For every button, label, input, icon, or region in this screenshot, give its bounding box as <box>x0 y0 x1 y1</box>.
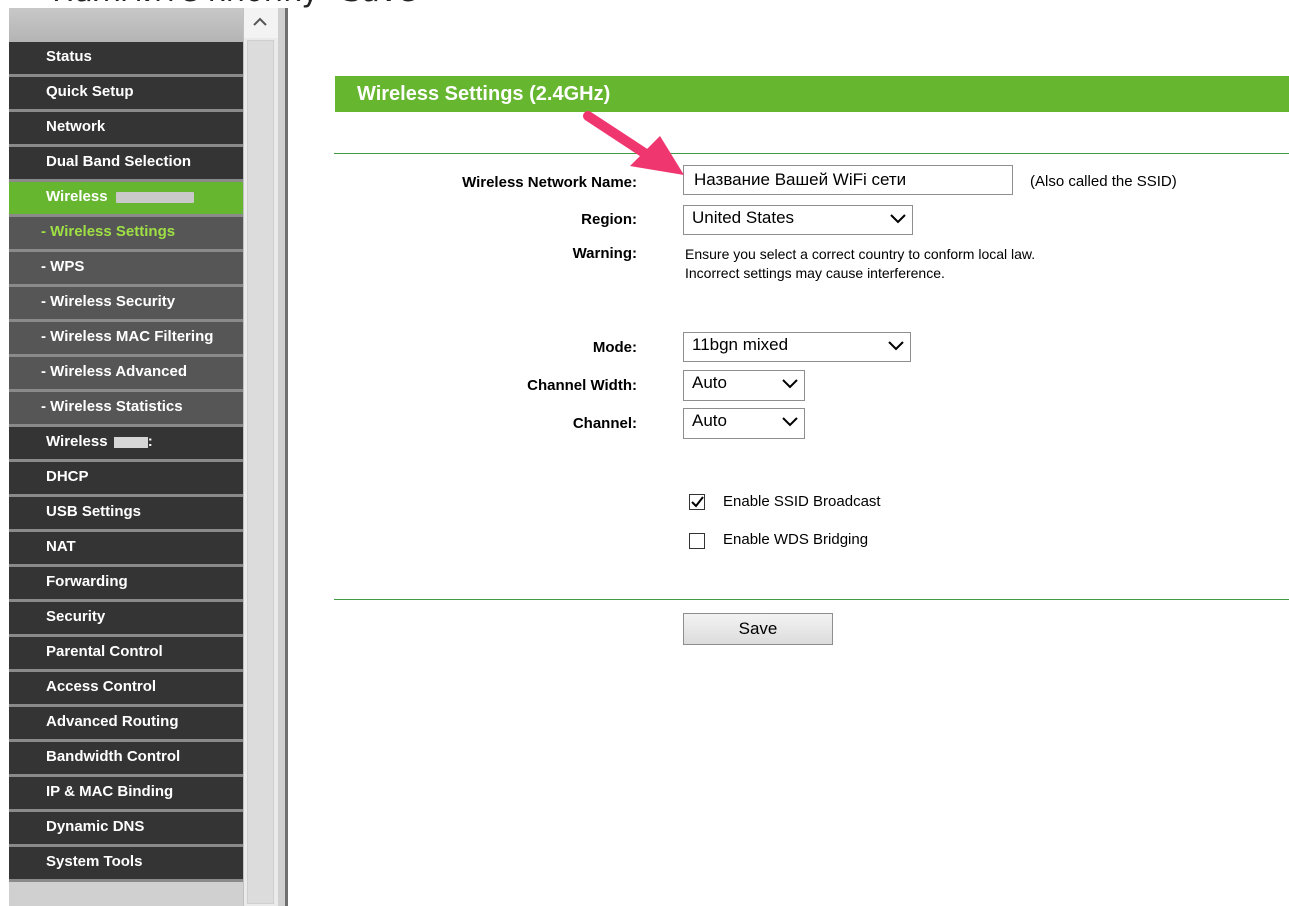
sidebar-item-network[interactable]: Network <box>9 112 252 147</box>
ssid-hint: (Also called the SSID) <box>1030 173 1177 190</box>
sidebar-item-label: System Tools <box>46 853 143 870</box>
region-select-value: United States <box>692 208 795 227</box>
channel-width-select[interactable]: Auto <box>683 370 805 401</box>
region-select[interactable]: United States <box>683 205 913 235</box>
warning-text-line2: Incorrect settings may cause interferenc… <box>685 265 945 281</box>
mode-select[interactable]: 11bgn mixed <box>683 332 911 362</box>
region-label: Region: <box>581 211 637 228</box>
sidebar-item-security[interactable]: Security <box>9 602 252 637</box>
instruction-caption: Нажмите кнопку "Save" <box>0 0 1289 8</box>
ssid-broadcast-checkbox[interactable] <box>689 494 705 510</box>
warning-label: Warning: <box>572 245 637 262</box>
sidebar-item-label: Access Control <box>46 678 157 695</box>
checkmark-icon <box>691 496 704 508</box>
mode-select-value: 11bgn mixed <box>692 335 789 354</box>
instruction-caption-text: Нажмите кнопку "Save" <box>52 0 430 8</box>
menu-suffix: : <box>147 433 153 450</box>
channel-width-value: Auto <box>692 373 727 392</box>
frame-divider <box>285 8 288 906</box>
sidebar-item-dynamic-dns[interactable]: Dynamic DNS <box>9 812 252 847</box>
sidebar-item-wireless-statistics[interactable]: - Wireless Statistics <box>9 392 252 427</box>
sidebar-item-label: - Wireless Statistics <box>41 398 183 415</box>
sidebar-item-status[interactable]: Status <box>9 42 252 77</box>
ssid-input[interactable] <box>683 165 1013 195</box>
sidebar-item-label: - Wireless MAC Filtering <box>41 328 214 345</box>
sidebar-item-label: Parental Control <box>46 643 163 660</box>
sidebar-item-quick-setup[interactable]: Quick Setup <box>9 77 252 112</box>
sidebar-item-label: Security <box>46 608 106 625</box>
sidebar-menu: Status Quick Setup Network Dual Band Select… <box>9 42 252 882</box>
warning-text-line1: Ensure you select a correct country to c… <box>685 246 1036 262</box>
channel-width-label: Channel Width: <box>527 377 637 394</box>
sidebar-item-label: - Wireless Settings <box>41 223 176 240</box>
sidebar-item-label: Wireless <box>46 188 112 205</box>
sidebar-item-wireless[interactable]: Wireless : <box>9 427 252 462</box>
chevron-down-icon <box>782 417 798 427</box>
channel-value: Auto <box>692 411 727 430</box>
sidebar-item-label: Bandwidth Control <box>46 748 181 765</box>
scroll-up-button[interactable] <box>244 8 278 38</box>
mode-label: Mode: <box>592 339 637 356</box>
sidebar-item-label: Wireless <box>46 433 112 450</box>
sidebar-item-wireless-advanced[interactable]: - Wireless Advanced <box>9 357 252 392</box>
scroll-thumb[interactable] <box>247 40 274 904</box>
ssid-label: Wireless Network Name: <box>462 174 637 191</box>
sidebar-item-forwarding[interactable]: Forwarding <box>9 567 252 602</box>
wds-bridging-checkbox[interactable] <box>689 533 705 549</box>
sidebar-item-wireless-security[interactable]: - Wireless Security <box>9 287 252 322</box>
channel-select[interactable]: Auto <box>683 408 805 439</box>
chevron-up-icon <box>253 17 267 26</box>
sidebar-item-dhcp[interactable]: DHCP <box>9 462 252 497</box>
wds-bridging-label: Enable WDS Bridging <box>723 531 869 548</box>
redacted-mark <box>115 191 194 203</box>
sidebar-item-label: DHCP <box>46 468 89 485</box>
sidebar-item-ip-mac-binding[interactable]: IP & MAC Binding <box>9 777 252 812</box>
sidebar-item-label: Network <box>46 118 106 135</box>
chevron-down-icon <box>890 214 906 224</box>
save-button[interactable]: Save <box>683 613 833 645</box>
channel-label: Channel: <box>572 415 637 432</box>
sidebar-item-label: - Wireless Advanced <box>41 363 188 380</box>
chevron-down-icon <box>782 379 798 389</box>
section-banner: Wireless Settings (2.4GHz) <box>335 76 1289 112</box>
sidebar-item-bandwidth-control[interactable]: Bandwidth Control <box>9 742 252 777</box>
sidebar-item-label: IP & MAC Binding <box>46 783 174 800</box>
bottom-divider <box>334 599 1289 600</box>
top-divider <box>334 153 1289 154</box>
sidebar-item-nat[interactable]: NAT <box>9 532 252 567</box>
sidebar-item-label: USB Settings <box>46 503 142 520</box>
sidebar-item-label: Quick Setup <box>46 83 134 100</box>
sidebar-item-advanced-routing[interactable]: Advanced Routing <box>9 707 252 742</box>
sidebar-item-label: Dual Band Selection <box>46 153 192 170</box>
sidebar-item-label: Forwarding <box>46 573 128 590</box>
sidebar-item-wireless[interactable]: Wireless <box>9 182 252 217</box>
sidebar-item-label: Dynamic DNS <box>46 818 145 835</box>
sidebar-item-system-tools[interactable]: System Tools <box>9 847 252 882</box>
sidebar-item-label: Status <box>46 48 92 65</box>
sidebar-item-access-control[interactable]: Access Control <box>9 672 252 707</box>
sidebar-item-label: - WPS <box>41 258 85 275</box>
sidebar-header <box>9 8 252 42</box>
annotation-arrow-icon <box>583 111 684 175</box>
sidebar-item-label: - Wireless Security <box>41 293 176 310</box>
sidebar-item-wireless-settings[interactable]: - Wireless Settings <box>9 217 252 252</box>
sidebar-item-dual-band-selection[interactable]: Dual Band Selection <box>9 147 252 182</box>
sidebar-item-wps[interactable]: - WPS <box>9 252 252 287</box>
sidebar-item-usb-settings[interactable]: USB Settings <box>9 497 252 532</box>
chevron-down-icon <box>888 341 904 351</box>
sidebar-scrollbar[interactable] <box>243 8 278 906</box>
sidebar-item-label: Advanced Routing <box>46 713 179 730</box>
sidebar-item-wireless-mac-filtering[interactable]: - Wireless MAC Filtering <box>9 322 252 357</box>
ssid-broadcast-label: Enable SSID Broadcast <box>723 493 881 510</box>
redacted-mark <box>113 436 148 448</box>
sidebar-item-parental-control[interactable]: Parental Control <box>9 637 252 672</box>
sidebar-item-label: NAT <box>46 538 76 555</box>
